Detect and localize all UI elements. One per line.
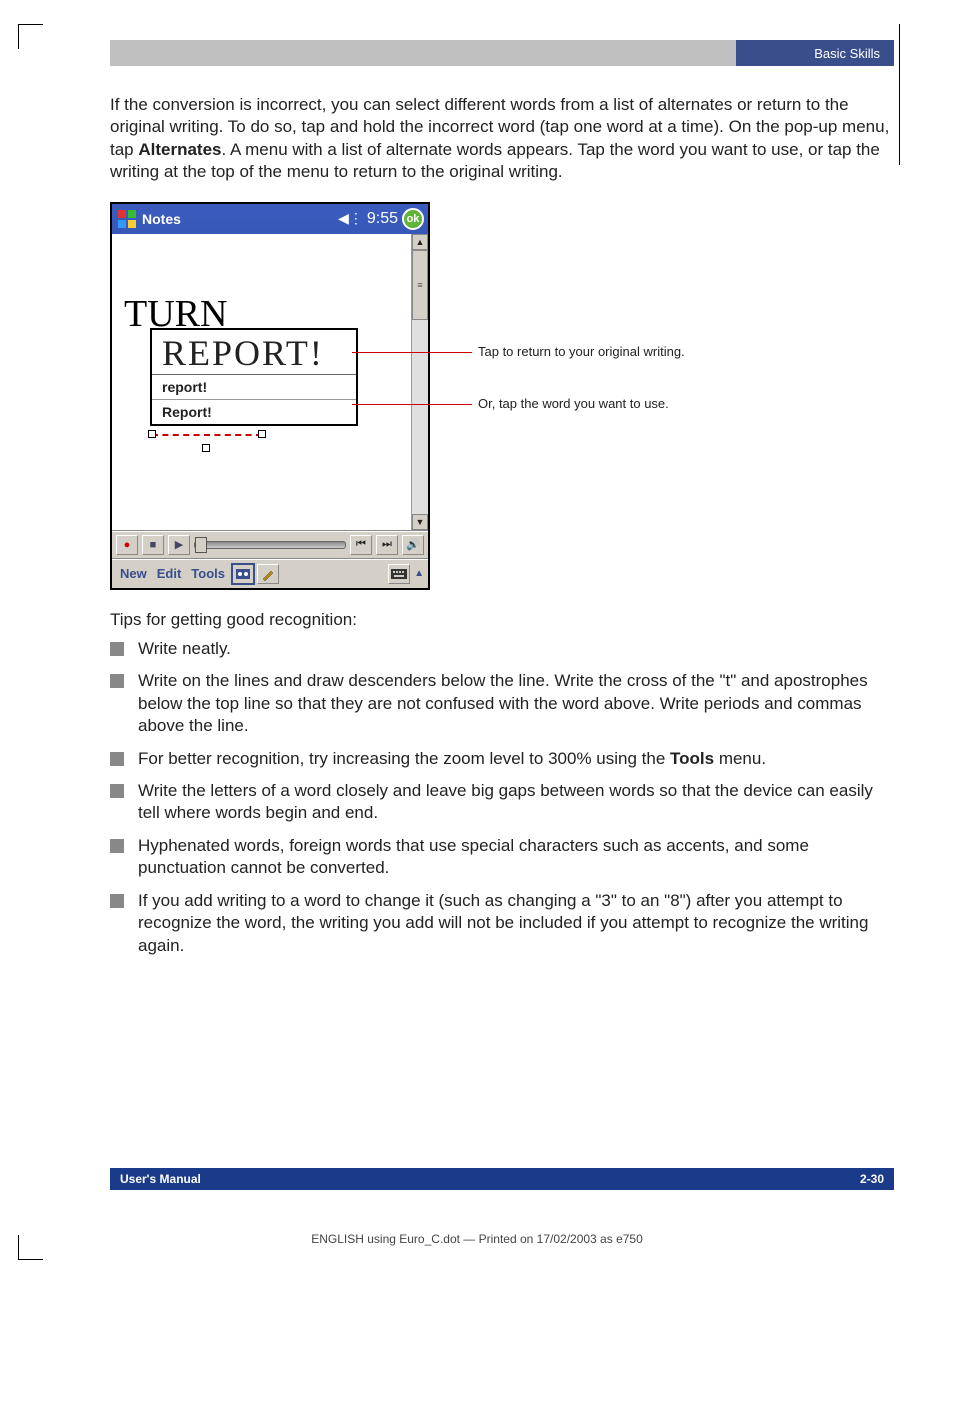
- play-button[interactable]: ▶: [168, 535, 190, 555]
- crop-mark-bl: [18, 1235, 43, 1260]
- callout-text-1: Tap to return to your original writing.: [478, 344, 685, 359]
- handwriting-text: TURN: [124, 296, 227, 332]
- list-item: For better recognition, try increasing t…: [110, 748, 894, 770]
- record-button[interactable]: ●: [116, 535, 138, 555]
- stop-button[interactable]: ■: [142, 535, 164, 555]
- list-item: Hyphenated words, foreign words that use…: [110, 835, 894, 880]
- menu-new[interactable]: New: [116, 564, 151, 583]
- clock[interactable]: 9:55: [367, 210, 398, 228]
- alternates-popup: REPORT! report! Report!: [150, 328, 358, 426]
- selection-handle[interactable]: [258, 430, 266, 438]
- footer-bar: User's Manual 2-30: [110, 1168, 894, 1190]
- titlebar: Notes ◀⋮ 9:55 ok: [112, 204, 428, 234]
- tip-text: Write neatly.: [138, 638, 231, 660]
- selection-dashed: [152, 434, 262, 436]
- scroll-down-button[interactable]: ▼: [412, 514, 428, 530]
- intro-paragraph: If the conversion is incorrect, you can …: [110, 94, 894, 184]
- scroll-thumb[interactable]: ≡: [412, 250, 428, 320]
- callout-line-1: [352, 352, 472, 353]
- menubar: New Edit Tools ▲: [112, 559, 428, 588]
- tips-list: Write neatly. Write on the lines and dra…: [110, 638, 894, 957]
- tools-bold: Tools: [670, 749, 714, 768]
- menu-tools[interactable]: Tools: [187, 564, 229, 583]
- pen-icon[interactable]: [257, 564, 279, 584]
- intro-bold: Alternates: [138, 140, 221, 159]
- callouts: Tap to return to your original writing. …: [430, 202, 894, 590]
- bullet-icon: [110, 784, 124, 798]
- header-section-label: Basic Skills: [736, 40, 894, 66]
- intro-text-2: . A menu with a list of alternate words …: [110, 140, 880, 181]
- list-item: Write on the lines and draw descenders b…: [110, 670, 894, 737]
- sip-arrow-icon[interactable]: ▲: [414, 568, 424, 579]
- app-title: Notes: [142, 211, 338, 227]
- list-item: Write neatly.: [110, 638, 894, 660]
- menu-edit[interactable]: Edit: [153, 564, 186, 583]
- popup-option-2[interactable]: Report!: [152, 400, 356, 424]
- slider-thumb[interactable]: [195, 537, 207, 553]
- callout-line-2: [352, 404, 472, 405]
- vertical-scrollbar[interactable]: ▲ ≡ ▼: [411, 234, 428, 530]
- tips-intro: Tips for getting good recognition:: [110, 610, 894, 630]
- popup-original-writing[interactable]: REPORT!: [152, 330, 356, 375]
- footer-left: User's Manual: [120, 1172, 201, 1186]
- tip-text: Write on the lines and draw descenders b…: [138, 670, 894, 737]
- callout-text-2: Or, tap the word you want to use.: [478, 396, 669, 411]
- prev-button[interactable]: ⏮: [350, 535, 372, 555]
- bullet-icon: [110, 894, 124, 908]
- device-screenshot: Notes ◀⋮ 9:55 ok TURN REPORT! report! Re…: [110, 202, 430, 590]
- page: Basic Skills If the conversion is incorr…: [0, 0, 954, 1280]
- playback-slider[interactable]: [194, 541, 346, 549]
- tip-text: Write the letters of a word closely and …: [138, 780, 894, 825]
- note-canvas[interactable]: TURN REPORT! report! Report! ▲ ≡ ▼: [112, 234, 428, 531]
- footer-page: 2-30: [860, 1172, 884, 1186]
- selection-handle[interactable]: [148, 430, 156, 438]
- header-gray: [110, 40, 736, 66]
- scroll-up-button[interactable]: ▲: [412, 234, 428, 250]
- bullet-icon: [110, 839, 124, 853]
- volume-button[interactable]: 🔊: [402, 535, 424, 555]
- figure-wrap: Notes ◀⋮ 9:55 ok TURN REPORT! report! Re…: [110, 202, 894, 590]
- header-bar: Basic Skills: [110, 40, 894, 66]
- keyboard-icon[interactable]: [388, 564, 410, 584]
- selection-handle[interactable]: [202, 444, 210, 452]
- bullet-icon: [110, 674, 124, 688]
- start-icon[interactable]: [116, 208, 138, 230]
- tip-text: If you add writing to a word to change i…: [138, 890, 894, 957]
- tape-icon[interactable]: [231, 563, 255, 585]
- popup-option-1[interactable]: report!: [152, 375, 356, 400]
- titlebar-right: ◀⋮ 9:55 ok: [338, 208, 424, 230]
- list-item: If you add writing to a word to change i…: [110, 890, 894, 957]
- ok-button[interactable]: ok: [402, 208, 424, 230]
- recording-toolbar: ● ■ ▶ ⏮ ⏭ 🔊: [112, 531, 428, 559]
- speaker-icon[interactable]: ◀⋮: [338, 210, 363, 227]
- tip-text: Hyphenated words, foreign words that use…: [138, 835, 894, 880]
- next-button[interactable]: ⏭: [376, 535, 398, 555]
- tip-text: For better recognition, try increasing t…: [138, 748, 766, 770]
- print-line: ENGLISH using Euro_C.dot — Printed on 17…: [0, 1232, 954, 1246]
- bullet-icon: [110, 752, 124, 766]
- bullet-icon: [110, 642, 124, 656]
- list-item: Write the letters of a word closely and …: [110, 780, 894, 825]
- scroll-track[interactable]: [412, 320, 428, 514]
